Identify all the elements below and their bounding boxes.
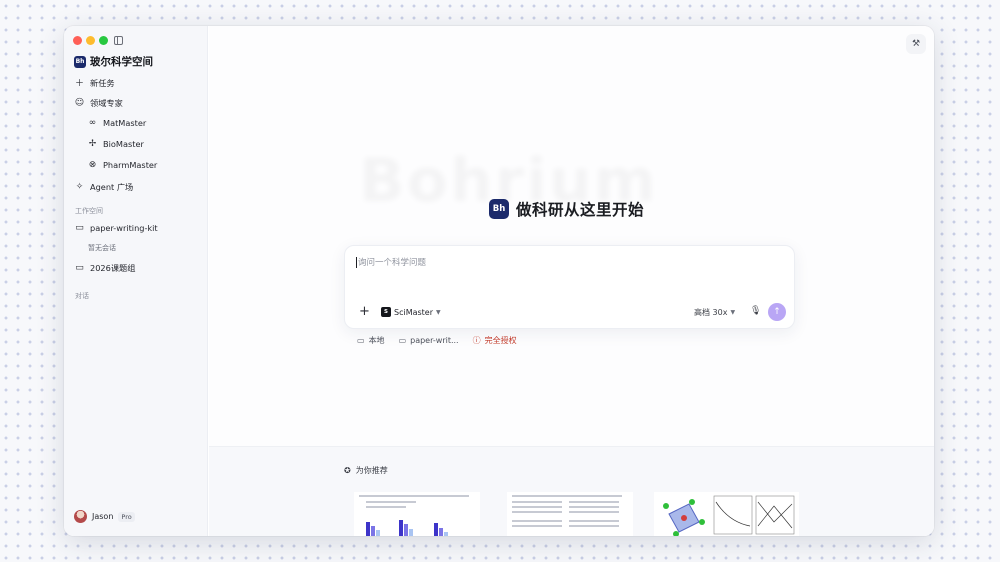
local-label: 本地 — [368, 336, 385, 345]
workspace-section-label: 工作空间 — [75, 207, 103, 215]
app-window: Bh 玻尔科学空间 ＋ 新任务 ☺ 领域专家 ∞ MatMaster ✢ Bio… — [64, 26, 934, 536]
sidebar-item-matmaster[interactable]: ∞ MatMaster — [87, 118, 217, 128]
sidebar-toggle-icon[interactable] — [114, 36, 123, 45]
award-icon: ✪ — [344, 466, 351, 475]
sidebar-item-pharmmaster[interactable]: ⊗ PharmMaster — [87, 160, 217, 170]
quota-selector[interactable]: 高档 30x ▼ — [694, 307, 735, 318]
main-area: ⚒ Bohrium Bh 做科研从这里开始 询问一个科学问题 + S SciMa… — [209, 26, 934, 536]
plus-icon: ＋ — [74, 79, 84, 89]
close-window-button[interactable] — [73, 36, 82, 45]
minimize-window-button[interactable] — [86, 36, 95, 45]
quota-label: 高档 30x — [694, 308, 728, 317]
plan-badge: Pro — [118, 511, 135, 522]
sidebar-item-label: BioMaster — [103, 139, 144, 149]
folder-chip[interactable]: ▭ paper-writ... — [399, 336, 459, 345]
folder-icon: ▭ — [75, 223, 84, 233]
domain-experts-item[interactable]: ☺ 领域专家 — [74, 97, 204, 109]
model-label: SciMaster — [394, 307, 434, 317]
conversations-section-label: 对话 — [75, 292, 89, 300]
hero-logo: Bh — [489, 199, 509, 219]
recommend-heading: ✪ 为你推荐 — [344, 465, 388, 476]
recommend-title: 为你推荐 — [355, 466, 388, 475]
model-selector[interactable]: S SciMaster ▼ — [381, 307, 441, 317]
prompt-input[interactable]: 询问一个科学问题 — [356, 256, 426, 268]
prompt-placeholder: 询问一个科学问题 — [358, 258, 427, 268]
local-chip[interactable]: ▭ 本地 — [357, 335, 385, 346]
brand-logo: Bh — [74, 55, 86, 68]
sidebar: Bh 玻尔科学空间 ＋ 新任务 ☺ 领域专家 ∞ MatMaster ✢ Bio… — [64, 26, 208, 536]
permission-chip[interactable]: ⓘ 完全授权 — [473, 335, 517, 346]
robot-icon: ☺ — [74, 98, 85, 108]
agent-plaza-label: Agent 广场 — [90, 182, 134, 192]
wrench-icon[interactable]: ⚒ — [906, 34, 926, 54]
avatar — [74, 510, 87, 523]
folder-item-2026[interactable]: ▭ 2026课题组 — [74, 262, 204, 274]
brand: Bh 玻尔科学空间 — [74, 54, 153, 69]
recommendations-panel: ✪ 为你推荐 — [209, 446, 934, 536]
domain-experts-label: 领域专家 — [90, 98, 123, 108]
hero-title: 做科研从这里开始 — [516, 201, 645, 219]
folder-chip-label: paper-writ... — [410, 336, 459, 345]
new-task-label: 新任务 — [90, 77, 115, 88]
figure-thumbnail — [663, 495, 795, 536]
prompt-composer[interactable]: 询问一个科学问题 + S SciMaster ▼ 高档 30x ▼ 🎙 ↑ — [344, 245, 795, 329]
warning-circle-icon: ⓘ — [472, 336, 481, 345]
window-controls — [73, 36, 108, 45]
pill-icon: ⊗ — [88, 160, 97, 170]
chevron-down-icon: ▼ — [436, 308, 441, 316]
agent-plaza-item[interactable]: ✧ Agent 广场 — [74, 181, 204, 193]
recommend-card[interactable] — [354, 492, 480, 536]
sidebar-item-label: PharmMaster — [103, 160, 158, 170]
glasses-icon: ∞ — [88, 118, 97, 128]
folder-empty-hint: 暂无会话 — [88, 244, 116, 252]
microphone-icon[interactable]: 🎙 — [750, 306, 761, 316]
recommend-card[interactable] — [654, 492, 799, 536]
folder-label: paper-writing-kit — [90, 223, 158, 233]
user-name: Jason — [92, 512, 114, 521]
sidebar-item-biomaster[interactable]: ✢ BioMaster — [87, 139, 217, 149]
brand-name: 玻尔科学空间 — [90, 56, 153, 68]
scimaster-logo: S — [381, 307, 391, 317]
folder-item-paper-writing-kit[interactable]: ▭ paper-writing-kit — [74, 223, 204, 233]
attach-plus-icon[interactable]: + — [359, 304, 370, 319]
new-task-button[interactable]: ＋ 新任务 — [74, 76, 204, 90]
chevron-down-icon: ▼ — [730, 309, 736, 316]
laptop-icon: ▭ — [357, 336, 365, 345]
maximize-window-button[interactable] — [99, 36, 108, 45]
text-caret — [356, 256, 357, 268]
folder-icon: ▭ — [398, 336, 407, 345]
dna-icon: ✢ — [88, 139, 97, 149]
send-button[interactable]: ↑ — [768, 303, 786, 321]
sidebar-item-label: MatMaster — [103, 118, 147, 128]
puzzle-icon: ✧ — [75, 182, 84, 192]
folder-label: 2026课题组 — [90, 263, 136, 273]
folder-icon: ▭ — [75, 263, 84, 273]
permission-label: 完全授权 — [484, 336, 517, 345]
recommend-card[interactable] — [507, 492, 633, 536]
user-profile[interactable]: Jason Pro — [74, 510, 135, 523]
hero-heading: Bh 做科研从这里开始 — [489, 198, 644, 220]
context-chips: ▭ 本地 ▭ paper-writ... ⓘ 完全授权 — [357, 335, 517, 346]
